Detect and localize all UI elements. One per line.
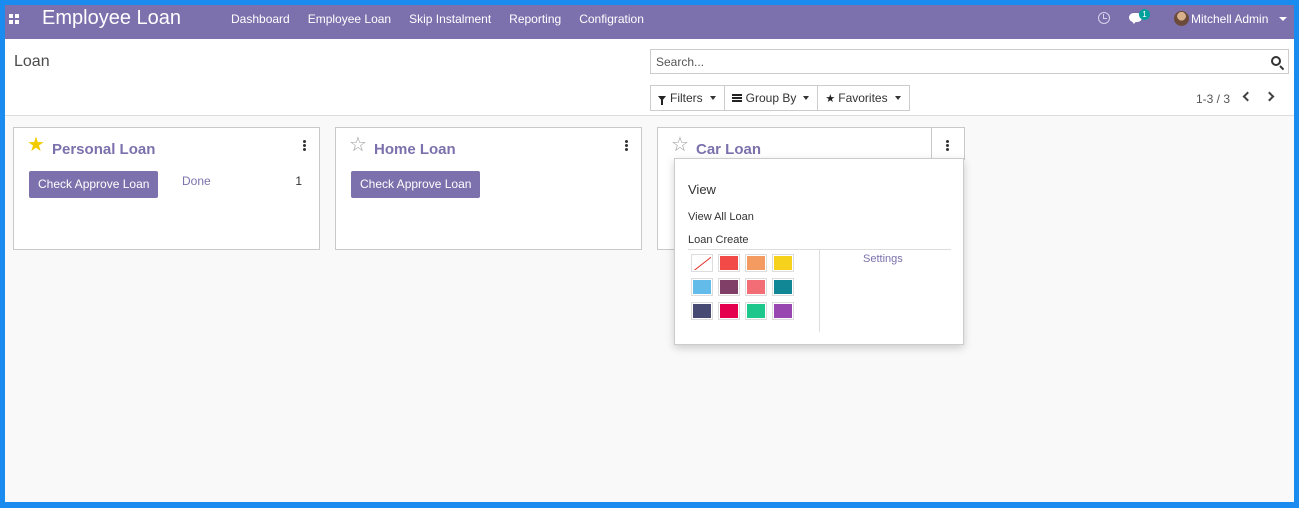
star-icon: ★ — [825, 92, 836, 105]
color-picker — [691, 254, 794, 320]
menu-dashboard[interactable]: Dashboard — [231, 12, 290, 26]
caret-down-icon — [803, 96, 810, 100]
favorites-button[interactable]: ★ Favorites — [817, 85, 910, 111]
user-menu-caret-icon[interactable] — [1279, 17, 1287, 21]
color-swatch[interactable] — [691, 302, 713, 320]
filter-icon — [658, 95, 666, 105]
main-menu: Dashboard Employee Loan Skip Instalment … — [231, 12, 662, 26]
search-options: Filters Group By ★ Favorites — [650, 85, 910, 111]
breadcrumb: Loan — [14, 53, 50, 70]
control-panel: Loan Filters Group By ★ Favorites 1-3 / … — [5, 39, 1294, 116]
card-title[interactable]: Personal Loan — [52, 141, 155, 158]
menu-reporting[interactable]: Reporting — [509, 12, 561, 26]
top-navbar: Employee Loan Dashboard Employee Loan Sk… — [5, 5, 1294, 39]
menu-configuration[interactable]: Configration — [579, 12, 644, 26]
card-menu-kebab-icon[interactable] — [625, 140, 628, 151]
filters-label: Filters — [670, 91, 703, 105]
card-menu-kebab-icon[interactable] — [303, 140, 306, 151]
check-approve-loan-button[interactable]: Check Approve Loan — [351, 171, 481, 198]
favorite-star-icon[interactable]: ★ — [27, 135, 45, 155]
pager-next-icon[interactable] — [1264, 91, 1275, 102]
card-menu-toggle-active[interactable] — [931, 127, 965, 160]
caret-down-icon — [894, 96, 901, 100]
caret-down-icon — [709, 96, 716, 100]
chat-badge: 1 — [1139, 9, 1150, 20]
pager-value[interactable]: 1-3 / 3 — [1196, 92, 1230, 106]
app-window: Employee Loan Dashboard Employee Loan Sk… — [5, 5, 1294, 502]
color-swatch-none[interactable] — [691, 254, 713, 272]
activity-clock-icon[interactable] — [1098, 12, 1110, 24]
pager-previous-icon[interactable] — [1242, 91, 1253, 102]
group-by-label: Group By — [745, 91, 797, 105]
favorite-star-icon[interactable]: ☆ — [349, 135, 367, 155]
apps-grid-icon[interactable] — [9, 14, 19, 24]
done-link[interactable]: Done — [182, 174, 211, 188]
color-swatch[interactable] — [772, 302, 794, 320]
divider — [819, 250, 820, 332]
color-swatch[interactable] — [745, 278, 767, 296]
dropdown-loan-create[interactable]: Loan Create — [688, 234, 749, 246]
color-swatch[interactable] — [718, 302, 740, 320]
menu-employee-loan[interactable]: Employee Loan — [308, 12, 391, 26]
color-swatch[interactable] — [772, 254, 794, 272]
group-by-button[interactable]: Group By — [723, 85, 819, 111]
done-count: 1 — [295, 174, 302, 188]
app-title[interactable]: Employee Loan — [42, 7, 181, 30]
user-name[interactable]: Mitchell Admin — [1191, 12, 1268, 26]
kanban-card-personal-loan: ★ Personal Loan Check Approve Loan Done … — [13, 127, 320, 250]
dropdown-settings[interactable]: Settings — [863, 253, 903, 265]
favorite-star-icon[interactable]: ☆ — [671, 135, 689, 155]
color-swatch[interactable] — [745, 254, 767, 272]
color-swatch[interactable] — [772, 278, 794, 296]
card-title[interactable]: Car Loan — [696, 141, 761, 158]
filters-button[interactable]: Filters — [650, 85, 725, 111]
color-swatch[interactable] — [745, 302, 767, 320]
search-icon[interactable] — [1271, 56, 1281, 66]
card-menu-kebab-icon[interactable] — [946, 140, 949, 151]
kanban-card-home-loan: ☆ Home Loan Check Approve Loan — [335, 127, 642, 250]
dropdown-view-item[interactable]: View — [688, 182, 716, 197]
search-input[interactable] — [651, 50, 1251, 73]
menu-skip-instalment[interactable]: Skip Instalment — [409, 12, 491, 26]
card-dropdown-menu: View View All Loan Loan Create Settings — [674, 158, 964, 345]
dropdown-view-all-loan[interactable]: View All Loan — [688, 211, 754, 223]
favorites-label: Favorites — [838, 91, 888, 105]
card-title[interactable]: Home Loan — [374, 141, 456, 158]
user-avatar[interactable] — [1174, 11, 1189, 26]
color-swatch[interactable] — [718, 254, 740, 272]
color-swatch[interactable] — [718, 278, 740, 296]
search-box — [650, 49, 1289, 74]
check-approve-loan-button[interactable]: Check Approve Loan — [29, 171, 159, 198]
color-swatch[interactable] — [691, 278, 713, 296]
bars-icon — [731, 94, 742, 102]
